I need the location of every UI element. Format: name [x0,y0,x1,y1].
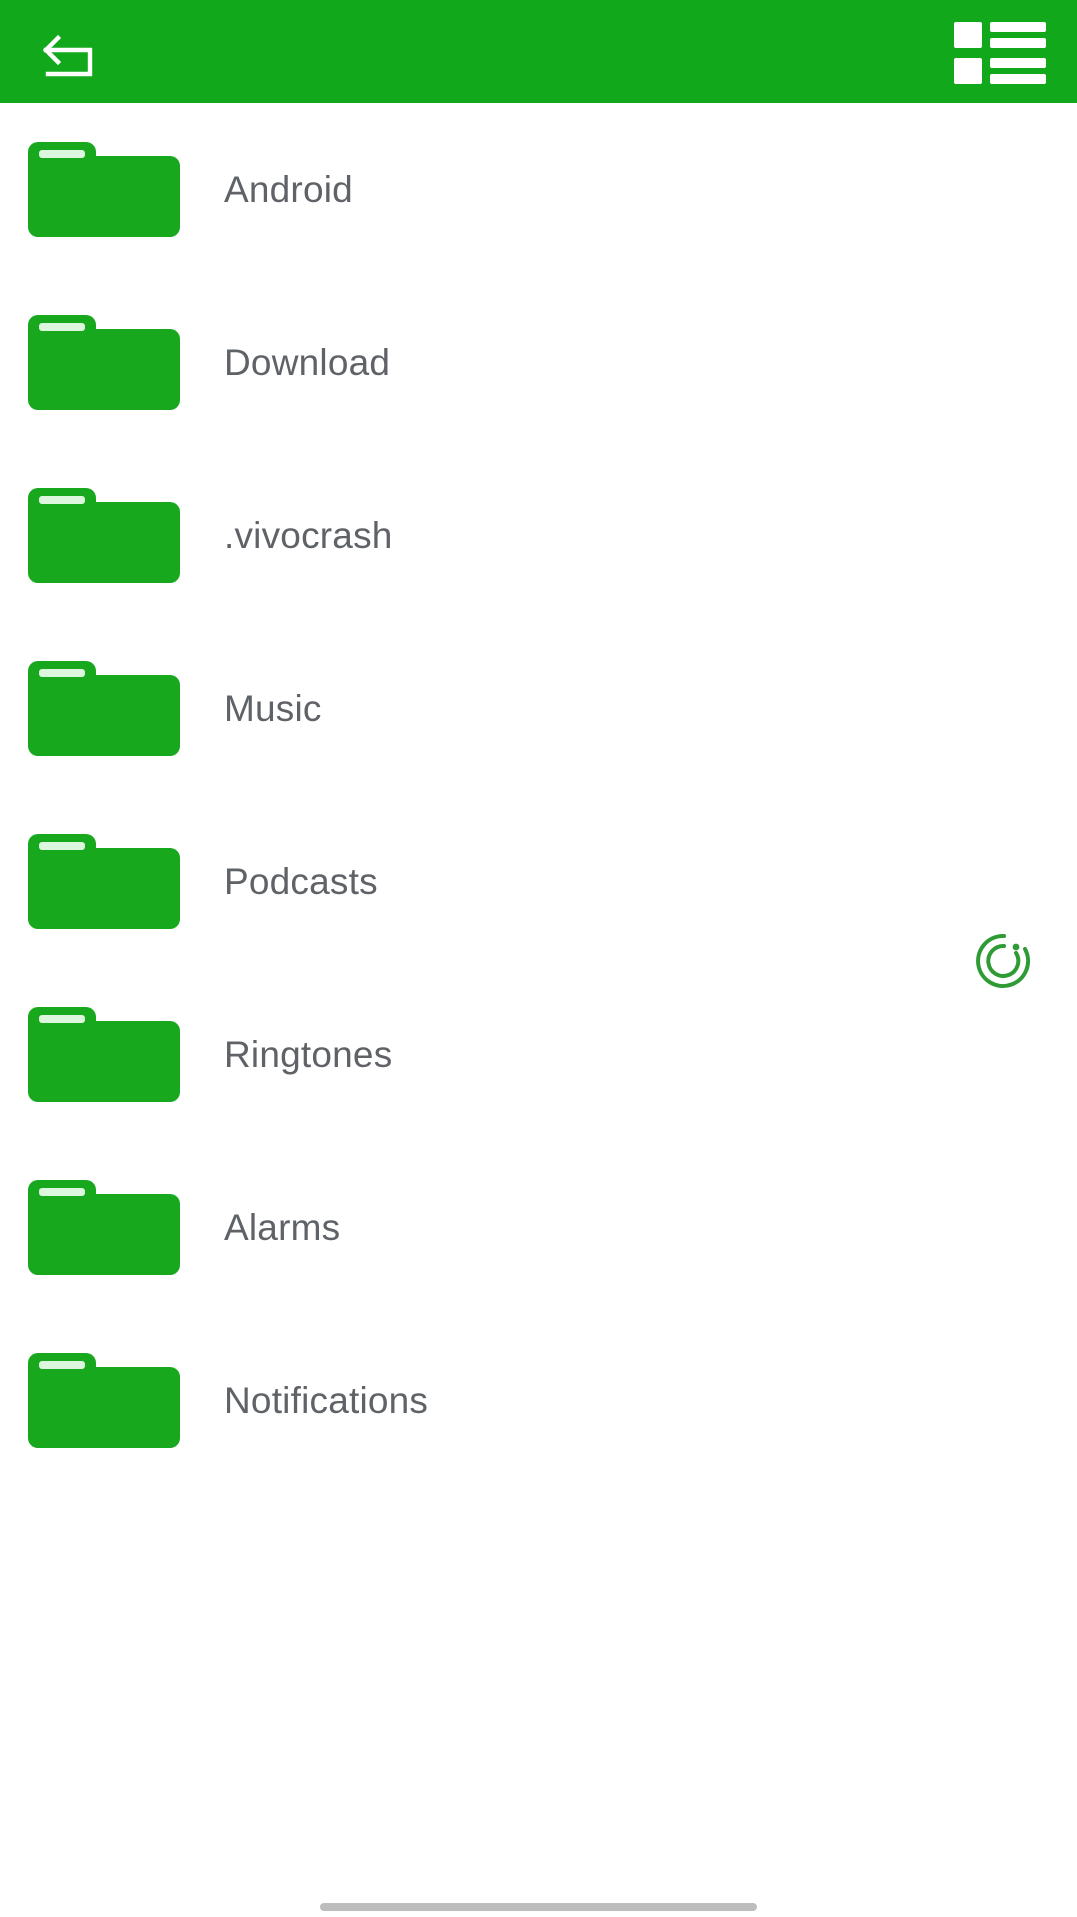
folder-row-ringtones[interactable]: Ringtones [0,968,1077,1141]
folder-label: Music [224,688,322,729]
folder-icon [28,1007,180,1102]
folder-row-android[interactable]: Android [0,103,1077,276]
folder-icon [28,834,180,929]
folder-list: Android Download .vivocrash Music Podcas… [0,103,1077,1917]
sync-badge-button[interactable] [975,932,1033,990]
folder-row-music[interactable]: Music [0,622,1077,795]
folder-row-vivocrash[interactable]: .vivocrash [0,449,1077,622]
folder-row-notifications[interactable]: Notifications [0,1314,1077,1487]
back-button[interactable] [36,16,108,88]
folder-label: .vivocrash [224,515,393,556]
app-bar [0,0,1077,103]
folder-label: Podcasts [224,861,378,902]
home-indicator[interactable] [320,1903,757,1911]
folder-icon [28,315,180,410]
folder-label: Android [224,169,353,210]
folder-icon [28,142,180,237]
folder-row-podcasts[interactable]: Podcasts [0,795,1077,968]
file-manager-screen: Android Download .vivocrash Music Podcas… [0,0,1077,1917]
folder-icon [28,661,180,756]
folder-label: Ringtones [224,1034,393,1075]
view-toggle-button[interactable] [954,22,1046,84]
folder-row-download[interactable]: Download [0,276,1077,449]
folder-label: Alarms [224,1207,341,1248]
folder-icon [28,1180,180,1275]
return-arrow-icon [42,34,93,77]
folder-icon [28,488,180,583]
list-view-icon [954,22,1046,84]
folder-row-alarms[interactable]: Alarms [0,1141,1077,1314]
folder-icon [28,1353,180,1448]
folder-label: Notifications [224,1380,429,1421]
folder-label: Download [224,342,391,383]
sync-circle-icon [976,933,1031,988]
